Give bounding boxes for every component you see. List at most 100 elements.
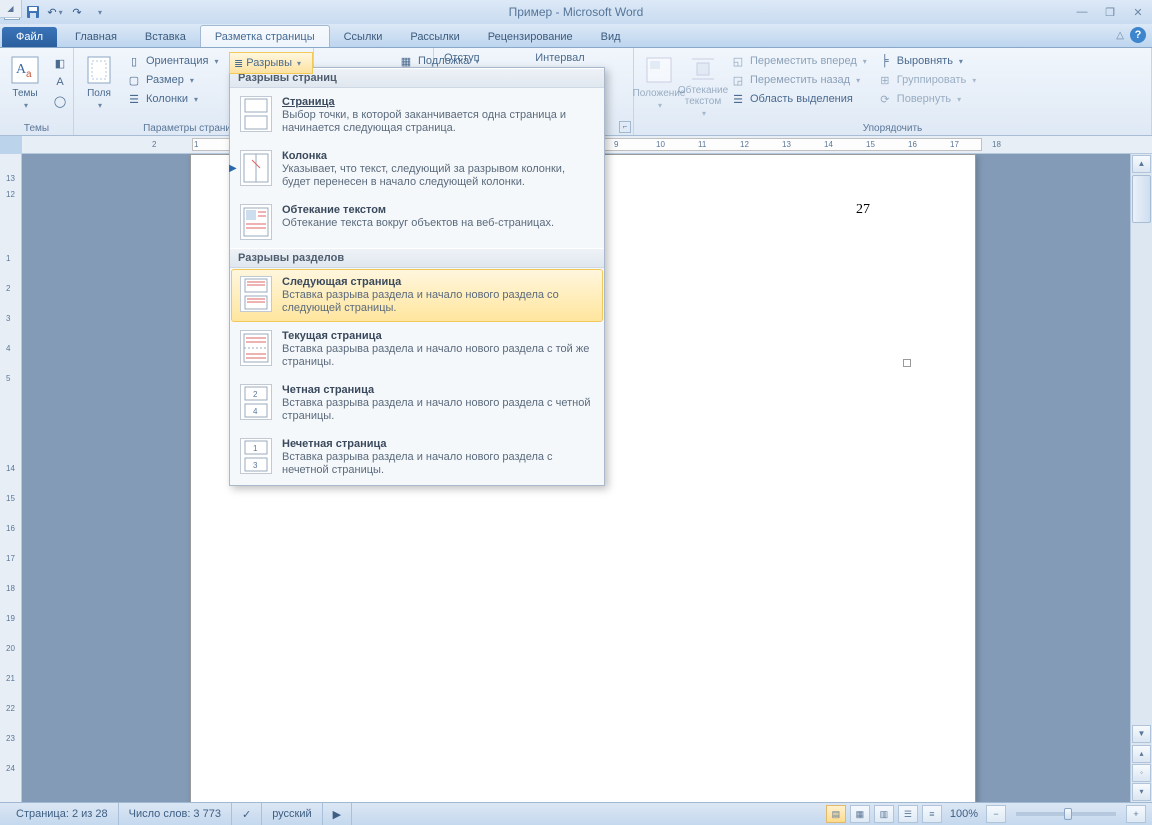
svg-text:2: 2	[253, 390, 258, 399]
save-icon[interactable]	[24, 3, 42, 21]
minimize-button[interactable]: —	[1072, 4, 1092, 20]
scroll-up-button[interactable]: ▲	[1132, 155, 1151, 173]
tab-insert[interactable]: Вставка	[131, 26, 200, 47]
title-bar: W ↶▾ ↷ ▾ Пример - Microsoft Word — ❐ ✕	[0, 0, 1152, 24]
position-button[interactable]: Положение▾	[638, 50, 680, 118]
group-button[interactable]: ⊞Группировать▾	[873, 71, 981, 89]
breaks-dropdown: Разрывы страниц СтраницаВыбор точки, в к…	[229, 67, 605, 486]
zoom-in-button[interactable]: +	[1126, 805, 1146, 823]
break-oddpage-icon: 13	[240, 438, 272, 474]
group-label-arrange: Упорядочить	[634, 123, 1151, 134]
zoom-slider[interactable]	[1016, 812, 1116, 816]
browse-object-button[interactable]: ◦	[1132, 764, 1151, 782]
undo-icon[interactable]: ↶▾	[46, 3, 64, 21]
svg-text:4: 4	[253, 407, 258, 416]
position-icon	[643, 54, 675, 86]
bring-forward-button[interactable]: ◱Переместить вперед▾	[726, 52, 871, 70]
zoom-out-button[interactable]: −	[986, 805, 1006, 823]
macro-icon: ▶	[333, 808, 341, 821]
help-button[interactable]: ?	[1130, 27, 1146, 43]
redo-icon[interactable]: ↷	[68, 3, 86, 21]
spacing-label: Интервал	[535, 52, 605, 64]
columns-icon: ☰	[126, 91, 142, 107]
selection-pane-icon: ☰	[730, 91, 746, 107]
send-backward-icon: ◲	[730, 72, 746, 88]
minimize-ribbon-icon[interactable]: △	[1116, 30, 1124, 41]
breaks-section-section: Разрывы разделов	[230, 248, 604, 268]
tab-references[interactable]: Ссылки	[330, 26, 397, 47]
break-next-page[interactable]: Следующая страницаВставка разрыва раздел…	[231, 269, 603, 322]
tab-home[interactable]: Главная	[61, 26, 131, 47]
status-macro[interactable]: ▶	[323, 803, 352, 825]
tab-page-layout[interactable]: Разметка страницы	[200, 25, 330, 47]
view-web-layout[interactable]: ▥	[874, 805, 894, 823]
breaks-icon: ≣	[234, 57, 243, 70]
status-proofing[interactable]: ✓	[232, 803, 262, 825]
breaks-button[interactable]: ≣ Разрывы▾	[229, 52, 313, 74]
break-column-icon	[240, 150, 272, 186]
columns-button[interactable]: ☰Колонки▾	[122, 90, 222, 108]
orientation-button[interactable]: ▯Ориентация▾	[122, 52, 222, 70]
indent-label: Отступ	[444, 52, 517, 64]
paragraph-launcher[interactable]: ⌐	[619, 121, 631, 133]
close-button[interactable]: ✕	[1128, 4, 1148, 20]
break-page-icon	[240, 96, 272, 132]
break-textwrap-icon	[240, 204, 272, 240]
quick-access-toolbar: ↶▾ ↷ ▾	[24, 3, 108, 21]
zoom-level[interactable]: 100%	[950, 808, 978, 820]
proofing-icon: ✓	[242, 808, 251, 821]
break-continuous[interactable]: Текущая страницаВставка разрыва раздела …	[231, 323, 603, 376]
zoom-thumb[interactable]	[1064, 808, 1072, 820]
break-even-page[interactable]: 24 Четная страницаВставка разрыва раздел…	[231, 377, 603, 430]
margins-button[interactable]: Поля▾	[78, 50, 120, 118]
break-continuous-icon	[240, 330, 272, 366]
vertical-scrollbar[interactable]: ▲ ▼ ▴ ◦ ▾	[1130, 154, 1152, 802]
next-page-button[interactable]: ▾	[1132, 783, 1151, 801]
themes-button[interactable]: Aa Темы▾	[4, 50, 46, 118]
view-outline[interactable]: ☰	[898, 805, 918, 823]
tab-review[interactable]: Рецензирование	[474, 26, 587, 47]
size-icon: ▢	[126, 72, 142, 88]
ruler-corner[interactable]: ◢	[0, 0, 22, 18]
restore-button[interactable]: ❐	[1100, 4, 1120, 20]
rotate-icon: ⟳	[877, 91, 893, 107]
group-icon: ⊞	[877, 72, 893, 88]
theme-fonts-icon[interactable]: A	[48, 73, 68, 91]
theme-effects-icon[interactable]: ◯	[48, 92, 68, 110]
themes-icon: Aa	[9, 54, 41, 86]
status-page[interactable]: Страница: 2 из 28	[6, 803, 119, 825]
status-word-count[interactable]: Число слов: 3 773	[119, 803, 232, 825]
scroll-down-button[interactable]: ▼	[1132, 725, 1151, 743]
window-title: Пример - Microsoft Word	[0, 5, 1152, 19]
view-print-layout[interactable]: ▤	[826, 805, 846, 823]
send-backward-button[interactable]: ◲Переместить назад▾	[726, 71, 871, 89]
scroll-thumb[interactable]	[1132, 175, 1151, 223]
tab-file[interactable]: Файл	[2, 27, 57, 47]
paragraph-mark	[903, 359, 911, 367]
svg-text:a: a	[26, 69, 32, 80]
break-text-wrap[interactable]: Обтекание текстомОбтекание текста вокруг…	[231, 197, 603, 247]
size-button[interactable]: ▢Размер▾	[122, 71, 222, 89]
prev-page-button[interactable]: ▴	[1132, 745, 1151, 763]
view-full-screen[interactable]: ▦	[850, 805, 870, 823]
menu-arrow-icon: ▶	[229, 163, 237, 174]
tab-view[interactable]: Вид	[587, 26, 635, 47]
page-number: 27	[856, 202, 870, 218]
rotate-button[interactable]: ⟳Повернуть▾	[873, 90, 981, 108]
wrap-text-button[interactable]: Обтекание текстом▾	[682, 50, 724, 118]
align-button[interactable]: ╞Выровнять▾	[873, 52, 981, 70]
selection-pane-button[interactable]: ☰Область выделения	[726, 90, 871, 108]
margins-icon	[83, 54, 115, 86]
theme-colors-icon[interactable]: ◧	[48, 54, 68, 72]
view-draft[interactable]: ≡	[922, 805, 942, 823]
qat-menu-icon[interactable]: ▾	[90, 3, 108, 21]
group-label-themes: Темы	[0, 123, 73, 134]
vertical-ruler[interactable]: 1312123451415161718192021222324	[0, 154, 22, 802]
break-evenpage-icon: 24	[240, 384, 272, 420]
status-language[interactable]: русский	[262, 803, 322, 825]
break-column[interactable]: КолонкаУказывает, что текст, следующий з…	[231, 143, 603, 196]
break-page[interactable]: СтраницаВыбор точки, в которой заканчива…	[231, 89, 603, 142]
tab-mailings[interactable]: Рассылки	[396, 26, 473, 47]
wrap-text-icon	[687, 54, 719, 83]
break-odd-page[interactable]: 13 Нечетная страницаВставка разрыва разд…	[231, 431, 603, 484]
